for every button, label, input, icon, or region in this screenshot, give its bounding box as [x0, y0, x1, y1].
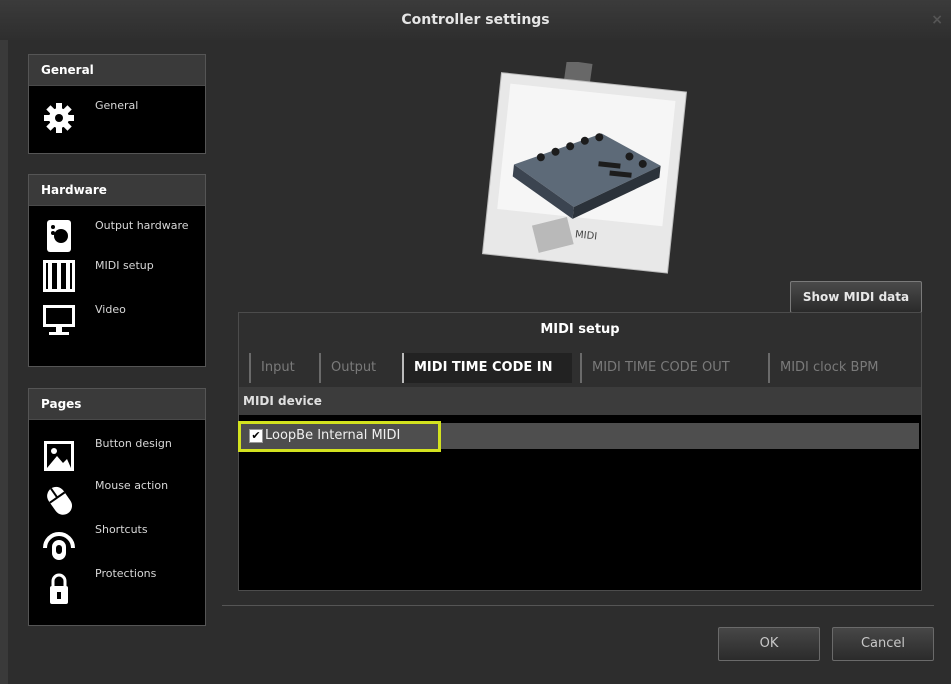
sidebar-item-label: Shortcuts	[95, 523, 148, 536]
sidebar-group-header: General	[29, 55, 205, 86]
mouse-icon	[47, 486, 73, 515]
monitor-icon	[43, 305, 75, 335]
selection-highlight	[238, 421, 441, 452]
cancel-button[interactable]: Cancel	[832, 627, 934, 661]
gear-icon	[44, 103, 74, 133]
sidebar-group-header: Hardware	[29, 175, 205, 206]
sidebar-item-label: General	[95, 99, 139, 112]
window-title: Controller settings	[401, 12, 550, 28]
sidebar-item-label: Mouse action	[95, 479, 169, 492]
sidebar-group-general: General General	[28, 54, 206, 154]
sidebar-group-header: Pages	[29, 389, 205, 420]
close-icon[interactable]: ×	[931, 0, 943, 40]
title-bar: Controller settings ×	[0, 0, 951, 40]
sidebar-group-pages: Pages Button design Mouse action Shortcu…	[28, 388, 206, 626]
sidebar-item-general[interactable]: General	[29, 94, 205, 138]
sidebar-item-video[interactable]: Video	[29, 300, 205, 344]
tab-input[interactable]: Input	[249, 353, 311, 383]
polaroid-image: MIDI	[481, 60, 688, 274]
window-edge	[0, 40, 8, 684]
tab-midi-time-code-out[interactable]: MIDI TIME CODE OUT	[580, 353, 760, 383]
sidebar-group-hardware: Hardware Output hardware MIDI setup Vide…	[28, 174, 206, 367]
sidebar-item-mouse-action[interactable]: Mouse action	[29, 476, 205, 520]
midi-controller-photo: MIDI	[478, 60, 694, 274]
sidebar-item-midi-setup[interactable]: MIDI setup	[29, 256, 205, 300]
photo-caption: MIDI	[574, 229, 597, 242]
shortcut-icon	[43, 532, 75, 560]
sidebar-item-shortcuts[interactable]: Shortcuts	[29, 520, 205, 564]
speaker-icon	[47, 220, 71, 252]
controller-settings-window: Controller settings × General General Ha…	[0, 0, 951, 684]
panel-title: MIDI setup	[239, 313, 921, 347]
footer-divider	[222, 605, 934, 606]
sidebar-item-output-hardware[interactable]: Output hardware	[29, 212, 205, 256]
sidebar-item-label: Button design	[95, 437, 172, 450]
lock-icon	[50, 573, 68, 604]
tab-midi-clock-bpm[interactable]: MIDI clock BPM	[768, 353, 908, 383]
piano-keys-icon	[43, 260, 75, 292]
sidebar-item-protections[interactable]: Protections	[29, 564, 205, 608]
sidebar-item-label: Video	[95, 303, 126, 316]
sidebar-item-label: Protections	[95, 567, 157, 580]
sidebar-item-button-design[interactable]: Button design	[29, 432, 205, 476]
list-column-header: MIDI device	[239, 387, 921, 415]
image-icon	[44, 441, 74, 471]
sidebar-item-label: MIDI setup	[95, 259, 154, 272]
tab-bar: Input Output MIDI TIME CODE IN MIDI TIME…	[239, 347, 921, 387]
show-midi-data-button[interactable]: Show MIDI data	[790, 281, 922, 313]
ok-button[interactable]: OK	[718, 627, 820, 661]
tab-output[interactable]: Output	[319, 353, 393, 383]
tab-midi-time-code-in[interactable]: MIDI TIME CODE IN	[402, 353, 572, 383]
sidebar-item-label: Output hardware	[95, 219, 189, 232]
